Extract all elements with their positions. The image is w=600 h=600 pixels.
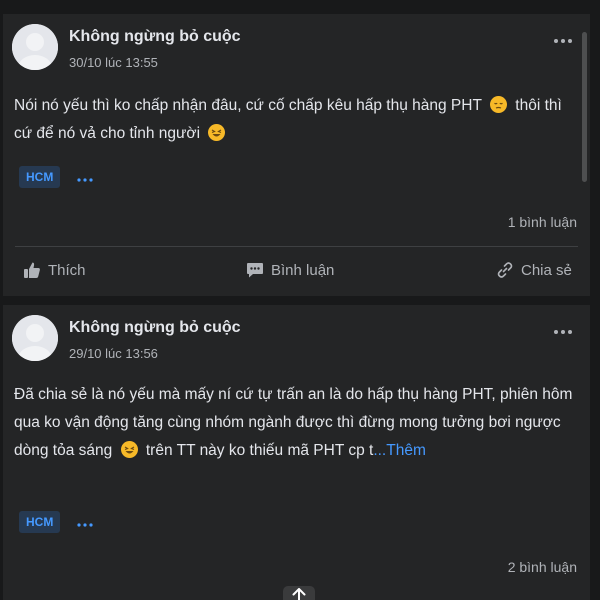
rolling-laughing-face-icon [208,124,226,141]
more-options-icon[interactable] [552,34,574,48]
comment-count[interactable]: 2 bình luận [508,559,577,575]
post-card: Không ngừng bỏ cuộc 29/10 lúc 13:56 Đã c… [3,305,590,600]
post-header: Không ngừng bỏ cuộc 30/10 lúc 13:55 [3,14,590,76]
location-tag[interactable]: HCM [19,166,61,188]
avatar-placeholder-icon [12,315,58,361]
location-tag[interactable]: HCM [19,511,61,533]
like-label: Thích [48,261,86,279]
avatar-placeholder-icon [12,24,58,70]
post-header: Không ngừng bỏ cuộc 29/10 lúc 13:56 [3,305,590,367]
like-icon [24,262,40,278]
scrollbar[interactable] [582,32,587,182]
comment-icon [247,263,263,278]
comment-button[interactable]: Bình luận [246,258,334,282]
share-button[interactable]: Chia sẻ [496,258,572,282]
see-more-link[interactable]: ...Thêm [373,442,426,459]
post-text: Đã chia sẻ là nó yếu mà mấy ní cứ tự trấ… [14,381,576,465]
comment-count[interactable]: 1 bình luận [508,214,577,230]
scroll-to-top-button[interactable] [283,586,315,600]
like-button[interactable]: Thích [23,258,86,282]
post-text-part: Nói nó yếu thì ko chấp nhận đâu, cứ cố c… [14,97,486,114]
author-name[interactable]: Không ngừng bỏ cuộc [69,28,241,46]
post-time[interactable]: 29/10 lúc 13:56 [69,346,158,361]
tag-more-icon[interactable] [75,517,95,527]
share-label: Chia sẻ [521,261,572,279]
comment-label: Bình luận [271,261,335,279]
post-time[interactable]: 30/10 lúc 13:55 [69,55,158,70]
author-name[interactable]: Không ngừng bỏ cuộc [69,319,241,337]
post-card: Không ngừng bỏ cuộc 30/10 lúc 13:55 Nói … [3,14,590,296]
arrow-up-icon [292,588,306,600]
avatar[interactable] [12,315,58,361]
pensive-face-icon [489,96,507,113]
tag-more-icon[interactable] [75,172,95,182]
post-text-part: trên TT này ko thiếu mã PHT cp t [141,442,374,459]
avatar[interactable] [12,24,58,70]
divider [15,246,578,247]
rolling-laughing-face-icon [120,441,138,458]
post-text: Nói nó yếu thì ko chấp nhận đâu, cứ cố c… [14,92,576,148]
more-options-icon[interactable] [552,325,574,339]
share-link-icon [497,262,513,278]
